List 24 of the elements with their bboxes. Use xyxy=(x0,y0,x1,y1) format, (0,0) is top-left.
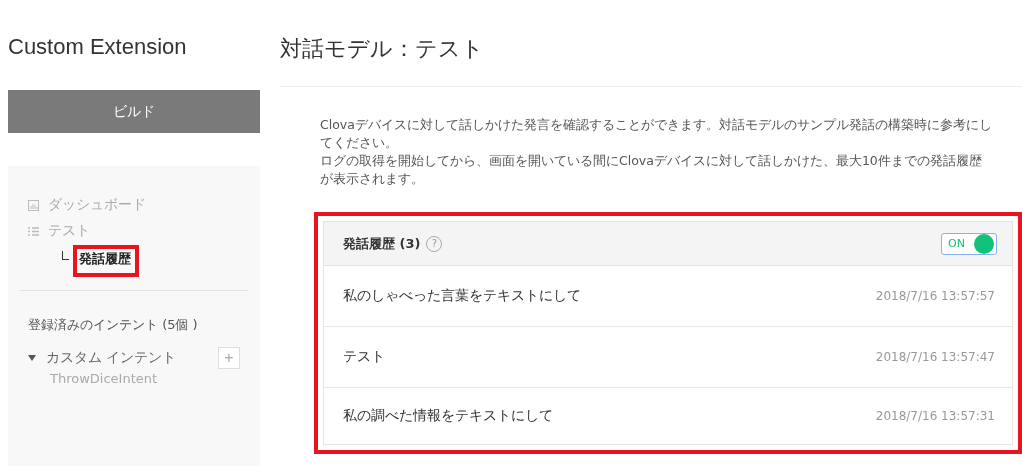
timestamp: 2018/7/16 13:57:31 xyxy=(875,409,995,423)
intent-group-label[interactable]: カスタム インテント xyxy=(46,349,218,367)
expand-triangle-icon[interactable] xyxy=(28,355,36,361)
description-text: Clovaデバイスに対して話しかけた発言を確認することができます。対話モデルのサンプル発話の構築時に参考にしてください。 xyxy=(320,116,992,152)
add-button[interactable]: + xyxy=(218,347,240,369)
nav-item[interactable]: ダッシュボード xyxy=(48,196,146,214)
chart-icon xyxy=(28,199,39,211)
nav-item[interactable]: テスト xyxy=(48,222,90,240)
intents-heading: 登録済みのインテント (5個 ) xyxy=(28,316,199,334)
build-button[interactable]: ビルド xyxy=(8,90,260,133)
app-title: Custom Extension xyxy=(8,34,188,61)
history-title: 発話履歴 (3) xyxy=(343,234,421,253)
toggle-switch[interactable]: ON xyxy=(941,232,997,255)
timestamp: 2018/7/16 13:57:57 xyxy=(875,289,995,303)
timestamp: 2018/7/16 13:57:47 xyxy=(875,350,995,364)
list-icon xyxy=(28,225,39,237)
utterance-text: 私のしゃべった言葉をテキストにして xyxy=(343,287,581,305)
page-title: 対話モデル：テスト xyxy=(280,34,1022,87)
tree-connector xyxy=(62,250,69,260)
intent-item[interactable]: ThrowDiceIntent xyxy=(28,371,240,386)
utterance-text: 私の調べた情報をテキストにして xyxy=(343,407,553,425)
nav-subitem[interactable]: 発話履歴 xyxy=(79,250,131,268)
description-text: ログの取得を開始してから、画面を開いている間にClovaデバイスに対して話しかけた、最大10件までの発話履歴が表示されます。 xyxy=(320,152,983,188)
utterance-text: テスト xyxy=(343,348,385,366)
